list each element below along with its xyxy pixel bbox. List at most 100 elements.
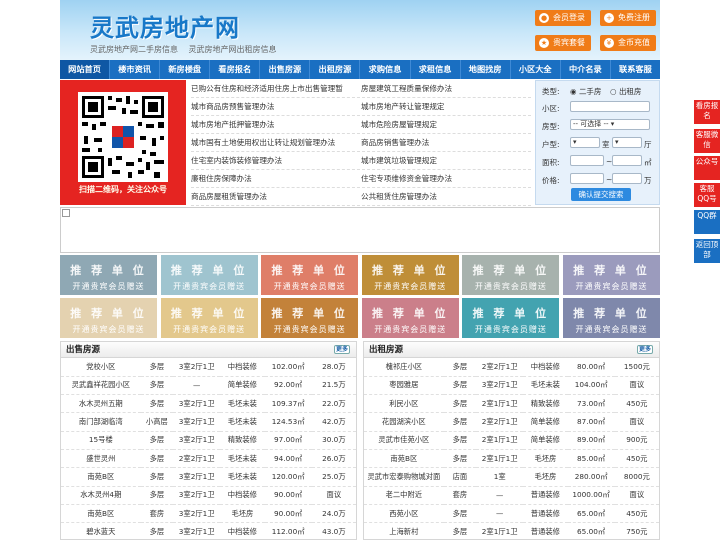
main-nav: 网站首页 楼市资讯 新房楼盘 看房报名 出售房源 出租房源 求购信息 求租信息 地图找房 小区大全… [60,60,660,79]
community-input[interactable] [570,101,650,112]
table-row[interactable]: 盛世灵州 多层 2室2厅1卫 毛坯未装 94.00㎡ 26.0万 [61,449,356,469]
recommended-unit-ad[interactable]: 推 荐 单 位开通贵宾会员赠送 [361,255,459,295]
radio-rent[interactable]: ○ 出租房 [610,86,641,97]
table-row[interactable]: 灵武市佳苑小区 多层 2室1厅1卫 简单装修 89.00㎡ 900元 [364,431,659,450]
nav-item[interactable]: 新房楼盘 [160,60,211,79]
ad-title: 推 荐 单 位 [70,264,147,277]
table-row[interactable]: 南苑B区 多层 2室1厅1卫 毛坯房 85.00㎡ 450元 [364,449,659,469]
table-row[interactable]: 灵武鑫祥花园小区 多层 — 简单装修 92.00㎡ 21.5万 [61,376,356,396]
table-row[interactable]: 上海新村 多层 2室1厅1卫 普通装修 65.00㎡ 750元 [364,522,659,540]
regulation-link[interactable]: 城市建筑垃圾管理规定 [361,152,531,169]
recommended-unit-ad[interactable]: 推 荐 单 位开通贵宾会员赠送 [361,298,459,338]
table-cell: 25.0万 [311,467,356,487]
banner-ad[interactable] [60,207,660,253]
table-row[interactable]: 灵武市宏泰购物城对面 店面 1室 毛坯房 280.00㎡ 8000元 [364,467,659,487]
regulation-link[interactable]: 已购公有住房和经济适用住房上市出售管理暂 [191,80,361,97]
table-row[interactable]: 西苑小区 多层 — 普通装修 65.00㎡ 450元 [364,504,659,524]
table-row[interactable]: 花园湖滨小区 多层 2室2厅1卫 简单装修 87.00㎡ 面议 [364,412,659,432]
halls-select[interactable]: ▾ [612,137,642,148]
search-submit-button[interactable]: 确认提交搜索 [571,188,631,201]
table-row[interactable]: 槐祁庄小区 多层 2室2厅1卫 中档装修 80.00㎡ 1500元 [364,358,659,377]
nav-item[interactable]: 出售房源 [260,60,311,79]
coin-recharge-button[interactable]: ¥ 金币充值 [600,35,656,51]
recommended-unit-ad[interactable]: 推 荐 单 位开通贵宾会员赠送 [462,255,560,295]
nav-item[interactable]: 中介名录 [561,60,611,79]
recommended-unit-ad[interactable]: 推 荐 单 位开通贵宾会员赠送 [160,298,258,338]
table-cell: 2室2厅1卫 [173,449,221,469]
nav-item[interactable]: 看房报名 [210,60,261,79]
table-row[interactable]: 利民小区 多层 2室1厅1卫 精致装修 73.00㎡ 450元 [364,394,659,414]
nav-item[interactable]: 求购信息 [360,60,411,79]
recommended-unit-ad[interactable]: 推 荐 单 位开通贵宾会员赠送 [563,255,660,295]
user-icon: ● [539,13,549,23]
regulation-link[interactable]: 城市房地产抵押管理办法 [191,116,361,133]
recommended-unit-ad[interactable]: 推 荐 单 位开通贵宾会员赠送 [60,255,157,295]
sidebar-link[interactable]: 客服微信 [694,129,720,153]
regulation-link[interactable]: 城市房地产转让管理规定 [361,98,531,115]
sidebar-link[interactable]: 返回顶部 [694,239,720,263]
register-button[interactable]: + 免费注册 [600,10,656,26]
radio-secondhand[interactable]: ◉ 二手房 [570,86,601,97]
recommended-unit-ad[interactable]: 推 荐 单 位开通贵宾会员赠送 [160,255,258,295]
recommended-unit-ad[interactable]: 推 荐 单 位开通贵宾会员赠送 [261,255,359,295]
table-row[interactable]: 老二中附近 套房 — 普通装修 1000.00㎡ 面议 [364,486,659,505]
regulation-link[interactable]: 住宅室内装饰装修管理办法 [191,152,361,169]
table-row[interactable]: 党校小区 多层 3室2厅1卫 中档装修 102.00㎡ 28.0万 [61,358,356,377]
table-row[interactable]: 水木灵州五期 多层 3室2厅1卫 毛坯未装 109.37㎡ 22.0万 [61,394,356,414]
recommended-unit-ad[interactable]: 推 荐 单 位开通贵宾会员赠送 [462,298,560,338]
table-row[interactable]: 枣园雅居 多层 3室2厅1卫 毛坯未装 104.00㎡ 面议 [364,376,659,396]
regulation-link[interactable]: 廉租住房保障办法 [191,170,361,187]
table-row[interactable]: 南门部湖临湾 小高层 3室2厅1卫 毛坯未装 124.53㎡ 42.0万 [61,412,356,432]
recommended-unit-ad[interactable]: 推 荐 单 位开通贵宾会员赠送 [563,298,660,338]
table-row[interactable]: 碧水蓝天 多层 3室2厅1卫 中档装修 112.00㎡ 43.0万 [61,522,356,540]
sale-more-button[interactable]: 更多 [334,345,350,354]
table-cell: 3室2厅1卫 [173,394,221,414]
price-min-input[interactable] [570,173,604,184]
regulation-link[interactable]: 城市商品房预售管理办法 [191,98,361,115]
regulation-link[interactable]: 城市国有土地使用权出让转让规划管理办法 [191,134,361,151]
login-button[interactable]: ● 会员登录 [535,10,591,26]
nav-item[interactable]: 联系客服 [611,60,660,79]
table-cell: 面议 [614,376,659,396]
recommended-unit-ad[interactable]: 推 荐 单 位开通贵宾会员赠送 [261,298,359,338]
recommended-unit-ad[interactable]: 推 荐 单 位开通贵宾会员赠送 [60,298,157,338]
nav-item[interactable]: 网站首页 [60,60,111,79]
sidebar-link[interactable]: QQ群 [694,210,720,234]
site-logo[interactable]: 灵武房地产网 [90,8,240,43]
table-cell: 80.00㎡ [567,358,615,377]
area-min-input[interactable] [570,155,604,166]
nav-item[interactable]: 地图找房 [461,60,511,79]
table-row[interactable]: 15号楼 多层 3室2厅1卫 精致装修 97.00㎡ 30.0万 [61,431,356,450]
regulation-link[interactable]: 商品房销售管理办法 [361,134,531,151]
vip-package-button[interactable]: ★ 贵宾套餐 [535,35,591,51]
rent-more-button[interactable]: 更多 [637,345,653,354]
price-max-input[interactable] [612,173,642,184]
regulation-link[interactable]: 房屋建筑工程质量保修办法 [361,80,531,97]
nav-item[interactable]: 求租信息 [411,60,461,79]
sidebar-link[interactable]: 看房报名 [694,100,720,124]
area-max-input[interactable] [612,155,642,166]
nav-item[interactable]: 小区大全 [511,60,561,79]
room-type-select[interactable]: -- 可选择 -- ▾ [570,119,650,130]
table-row[interactable]: 水木灵州4期 多层 3室2厅1卫 中档装修 90.00㎡ 面议 [61,486,356,505]
table-row[interactable]: 南苑B区 套房 3室2厅1卫 毛坯房 90.00㎡ 24.0万 [61,504,356,524]
table-cell: 3室2厅1卫 [173,522,221,540]
rent-table: 槐祁庄小区 多层 2室2厅1卫 中档装修 80.00㎡ 1500元 枣园雅居 多层 3室2厅1卫… [364,358,659,540]
table-cell: 面议 [614,486,659,505]
sidebar-link[interactable]: 公众号 [694,156,720,180]
regulation-link[interactable]: 商品房屋租赁管理办法 [191,188,361,205]
regulation-link[interactable]: 城市危险房屋管理规定 [361,116,531,133]
sidebar-link[interactable]: 客服QQ号 [694,183,720,207]
nav-item[interactable]: 楼市资讯 [110,60,161,79]
regulation-link[interactable]: 住宅专项维修资金管理办法 [361,170,531,187]
table-cell: 灵武市宏泰购物城对面 [364,467,444,487]
rooms-select[interactable]: ▾ [570,137,600,148]
regulation-link[interactable]: 公共租赁住房管理办法 [361,188,531,205]
nav-item[interactable]: 出租房源 [310,60,361,79]
subtitle-sale[interactable]: 灵武房地产网二手房信息 [90,45,178,54]
coin-icon: ¥ [604,38,614,48]
ad-title: 推 荐 单 位 [573,264,650,277]
table-row[interactable]: 南苑B区 多层 3室2厅1卫 毛坯未装 120.00㎡ 25.0万 [61,467,356,487]
table-cell: 盛世灵州 [61,449,141,469]
subtitle-rent[interactable]: 灵武房地产网出租房信息 [189,45,277,54]
